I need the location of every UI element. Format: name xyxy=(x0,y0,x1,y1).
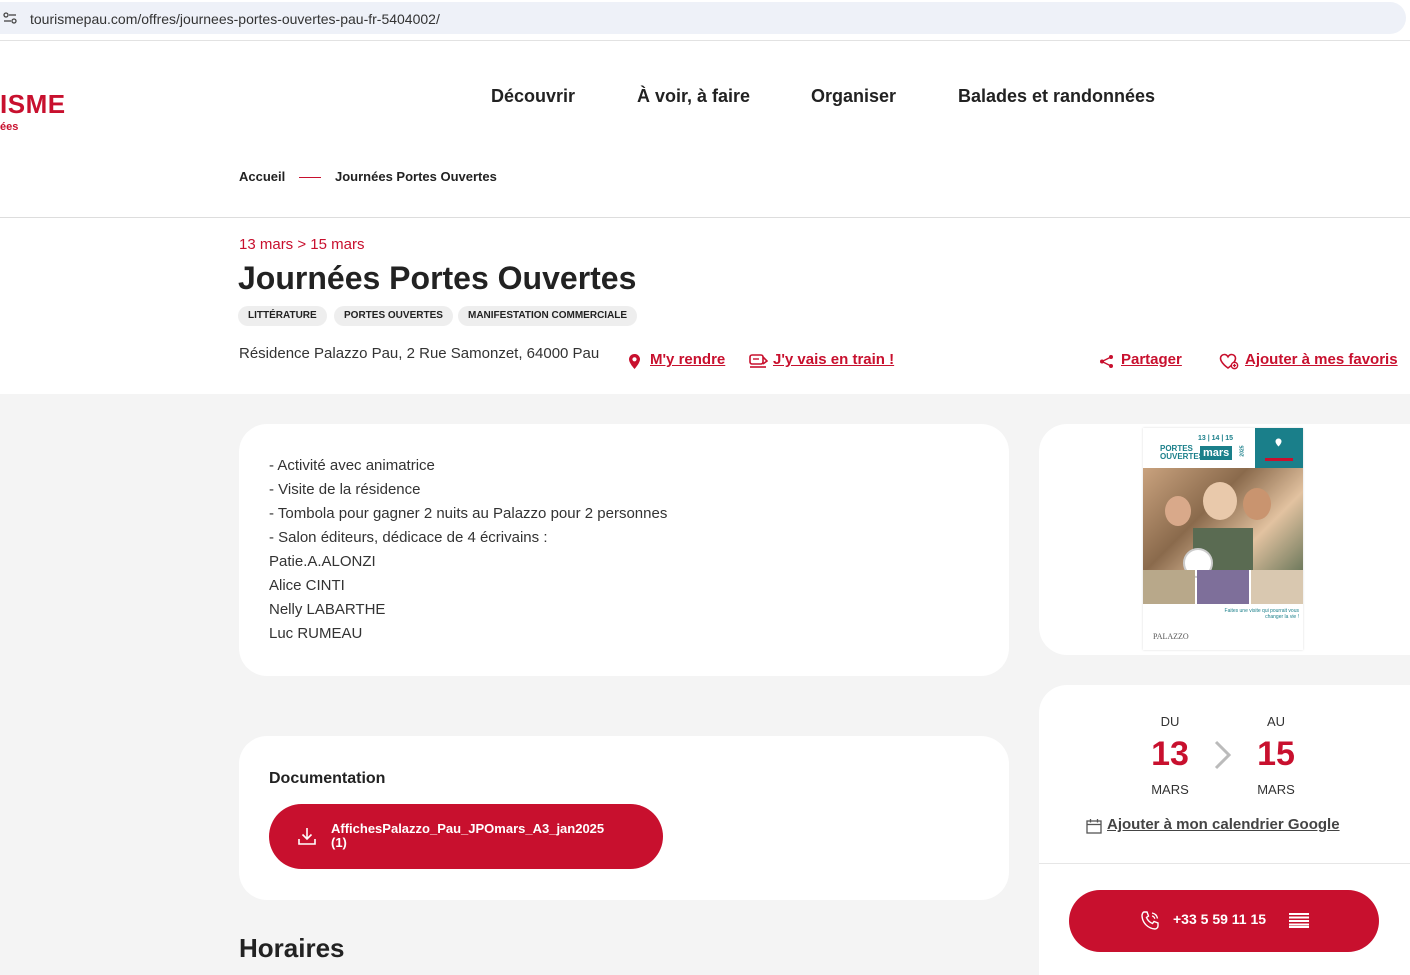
schedule-title: Horaires xyxy=(239,933,345,963)
download-document-button[interactable]: AffichesPalazzo_Pau_JPOmars_A3_jan2025 (… xyxy=(269,804,663,869)
description-line: - Activité avec animatrice xyxy=(269,457,435,474)
date-card: DU 13 MARS AU 15 MARS Ajouter à mon cale… xyxy=(1039,685,1410,975)
nav-balades-randonnees[interactable]: Balades et randonnées xyxy=(958,86,1155,107)
description-line: Alice CINTI xyxy=(269,577,345,594)
favorite-link[interactable]: Ajouter à mes favoris xyxy=(1245,351,1398,368)
nav-decouvrir[interactable]: Découvrir xyxy=(491,86,575,107)
train-icon xyxy=(749,354,768,368)
poster-days: 13 | 14 | 15 xyxy=(1198,435,1234,442)
event-poster[interactable]: 13 | 14 | 15 PORTES OUVERTES mars 2025 F… xyxy=(1143,428,1303,650)
heart-icon xyxy=(1219,353,1239,370)
poster-phone-strip xyxy=(1265,458,1293,461)
download-filename: AffichesPalazzo_Pau_JPOmars_A3_jan2025 (… xyxy=(331,822,651,850)
date-from-day: 13 xyxy=(1151,735,1189,773)
reveal-number-icon xyxy=(1289,913,1309,928)
chevron-right-icon xyxy=(1214,740,1232,770)
phone-button[interactable]: +33 5 59 11 15 xyxy=(1069,890,1379,952)
description-line: Nelly LABARTHE xyxy=(269,601,386,618)
add-google-calendar-link[interactable]: Ajouter à mon calendrier Google xyxy=(1107,816,1340,833)
share-icon xyxy=(1100,355,1113,368)
poster-portes-ouvertes: PORTES OUVERTES xyxy=(1160,445,1204,461)
browser-address-bar: tourismepau.com/offres/journees-portes-o… xyxy=(0,0,1410,41)
phone-number: +33 5 59 11 15 xyxy=(1173,911,1267,927)
description-line: - Tombola pour gagner 2 nuits au Palazzo… xyxy=(269,505,668,522)
site-logo[interactable]: ISME xyxy=(0,89,66,120)
tag-litterature[interactable]: LITTÉRATURE xyxy=(238,306,327,326)
date-from-month: MARS xyxy=(1151,782,1189,797)
site-header: ISME ées Découvrir À voir, à faire Organ… xyxy=(0,41,1410,153)
poster-ouvertes: OUVERTES xyxy=(1160,452,1205,461)
poster-year: 2025 xyxy=(1239,445,1246,457)
description-line: Luc RUMEAU xyxy=(269,625,363,642)
description-line: Patie.A.ALONZI xyxy=(269,553,376,570)
description-line: - Salon éditeurs, dédicace de 4 écrivain… xyxy=(269,529,548,546)
poster-card: 13 | 14 | 15 PORTES OUVERTES mars 2025 F… xyxy=(1039,424,1410,655)
poster-family-photo xyxy=(1143,468,1303,578)
poster-month: mars xyxy=(1200,446,1233,460)
event-header: 13 mars > 15 mars Journées Portes Ouvert… xyxy=(0,218,1410,394)
poster-thumb xyxy=(1251,570,1303,604)
tag-manifestation-commerciale[interactable]: MANIFESTATION COMMERCIALE xyxy=(458,306,638,326)
poster-thumb xyxy=(1197,570,1249,604)
date-to-month: MARS xyxy=(1257,782,1295,797)
tag-portes-ouvertes[interactable]: PORTES OUVERTES xyxy=(334,306,453,326)
poster-photo-face xyxy=(1243,488,1271,520)
divider xyxy=(1039,863,1410,864)
page-title: Journées Portes Ouvertes xyxy=(238,260,637,296)
poster-brand: PALAZZO xyxy=(1153,632,1189,641)
nav-a-voir-a-faire[interactable]: À voir, à faire xyxy=(637,86,750,107)
poster-tagline: Faites une visite qui pourrait vous chan… xyxy=(1224,608,1299,620)
site-settings-icon[interactable] xyxy=(3,12,17,24)
share-link[interactable]: Partager xyxy=(1121,351,1182,368)
phone-icon xyxy=(1141,911,1159,930)
breadcrumb-current: Journées Portes Ouvertes xyxy=(335,169,497,184)
description-card: - Activité avec animatrice - Visite de l… xyxy=(239,424,1009,676)
poster-thumb xyxy=(1143,570,1195,604)
documentation-title: Documentation xyxy=(269,770,386,787)
train-link[interactable]: J'y vais en train ! xyxy=(773,351,894,368)
date-to-label: AU xyxy=(1266,714,1286,729)
date-to-day: 15 xyxy=(1257,735,1295,773)
documentation-card: Documentation AffichesPalazzo_Pau_JPOmar… xyxy=(239,736,1009,900)
site-logo-subtitle[interactable]: ées xyxy=(0,121,18,133)
nav-organiser[interactable]: Organiser xyxy=(811,86,896,107)
breadcrumb-separator xyxy=(299,177,321,178)
download-icon xyxy=(298,828,316,845)
event-address: Résidence Palazzo Pau, 2 Rue Samonzet, 6… xyxy=(239,345,600,362)
breadcrumb: Accueil Journées Portes Ouvertes xyxy=(0,153,1410,218)
breadcrumb-home[interactable]: Accueil xyxy=(239,169,285,184)
date-from-label: DU xyxy=(1160,714,1180,729)
download-filename-line1: AffichesPalazzo_Pau_JPOmars_A3_jan2025 xyxy=(331,821,605,836)
url-text[interactable]: tourismepau.com/offres/journees-portes-o… xyxy=(30,11,440,27)
poster-photo-face xyxy=(1165,496,1191,526)
poster-pin-icon xyxy=(1275,438,1282,447)
calendar-icon xyxy=(1086,819,1102,834)
description-line: - Visite de la résidence xyxy=(269,481,421,498)
poster-photo-face xyxy=(1203,482,1237,520)
map-pin-icon xyxy=(629,354,640,369)
directions-link[interactable]: M'y rendre xyxy=(650,351,725,368)
poster-teal-block xyxy=(1255,428,1303,468)
event-dates: 13 mars > 15 mars xyxy=(239,236,365,253)
download-filename-line2: (1) xyxy=(331,835,347,850)
address-pill[interactable]: tourismepau.com/offres/journees-portes-o… xyxy=(0,2,1406,34)
